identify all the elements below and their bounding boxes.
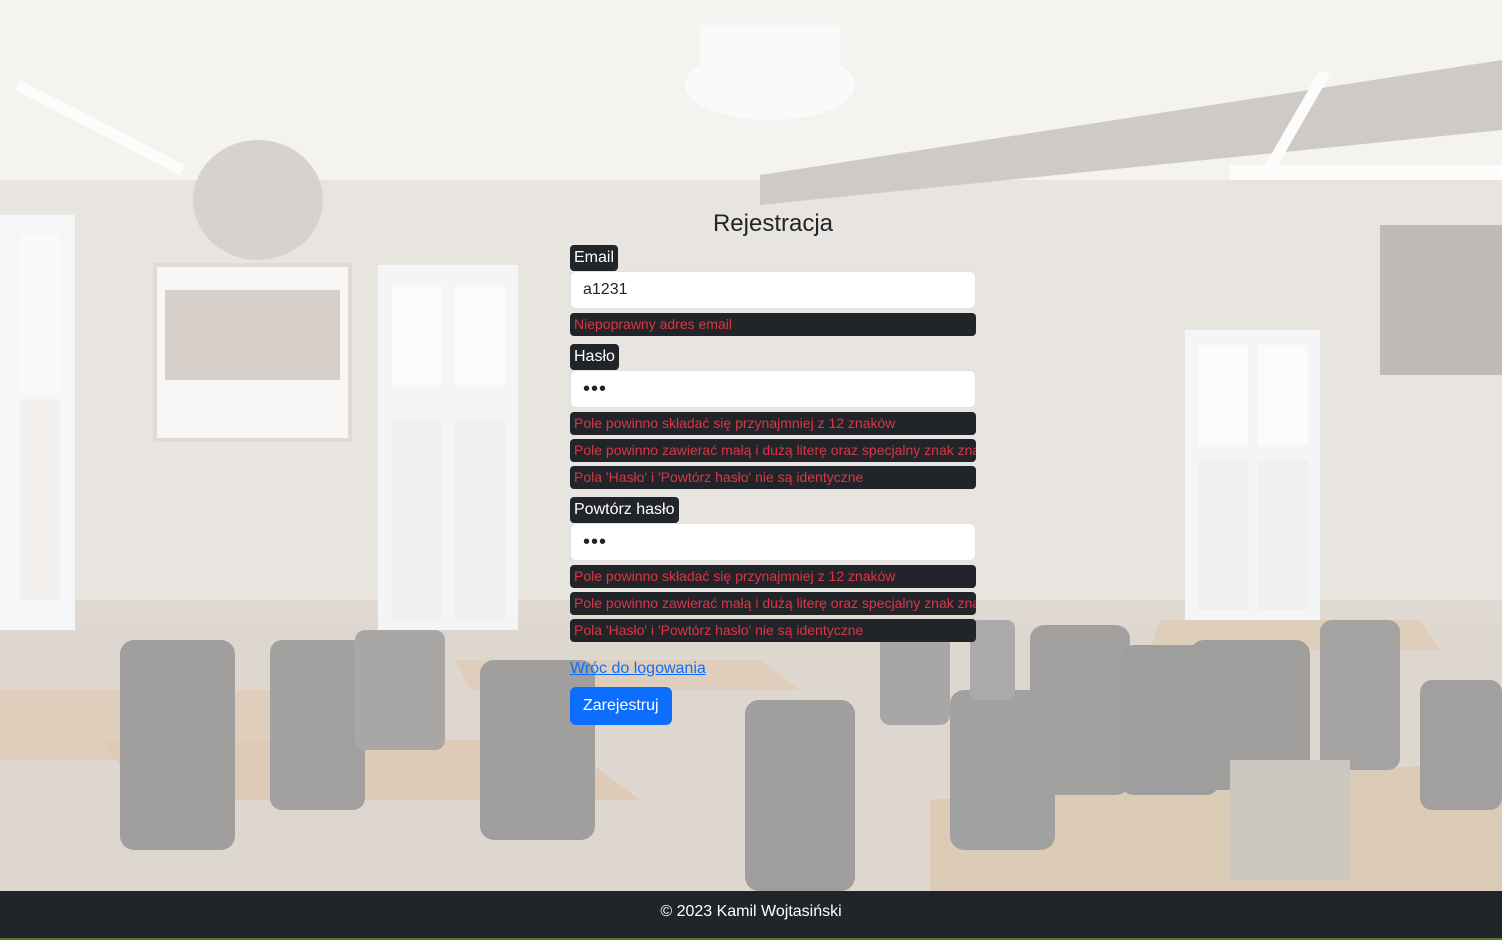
password-label: Hasło: [570, 344, 619, 370]
footer: © 2023 Kamil Wojtasiński: [0, 891, 1502, 940]
repeat-password-error-chars: Pole powinno zawierać małą i dużą literę…: [570, 592, 976, 615]
password-error-length: Pole powinno składać się przynajmniej z …: [570, 412, 976, 435]
password-field[interactable]: [570, 370, 976, 408]
page-title: Rejestracja: [712, 210, 834, 237]
footer-copyright: © 2023 Kamil Wojtasiński: [660, 903, 842, 920]
repeat-password-label: Powtórz hasło: [570, 497, 679, 523]
back-to-login-link[interactable]: Wróc do logowania: [570, 660, 706, 678]
email-label: Email: [570, 245, 619, 271]
email-field[interactable]: [570, 271, 976, 309]
repeat-password-field[interactable]: [570, 523, 976, 561]
repeat-password-error-mismatch: Pola 'Hasło' i 'Powtórz hasło' nie są id…: [570, 619, 976, 642]
register-button[interactable]: Zarejestruj: [570, 687, 672, 725]
registration-form: Rejestracja Email Niepoprawny adres emai…: [570, 205, 976, 725]
email-group: Email Niepoprawny adres email: [570, 245, 976, 336]
email-error: Niepoprawny adres email: [570, 313, 976, 336]
password-error-chars: Pole powinno zawierać małą i dużą literę…: [570, 439, 976, 462]
repeat-password-error-length: Pole powinno składać się przynajmniej z …: [570, 565, 976, 588]
repeat-password-group: Powtórz hasło Pole powinno składać się p…: [570, 497, 976, 642]
password-error-mismatch: Pola 'Hasło' i 'Powtórz hasło' nie są id…: [570, 466, 976, 489]
password-group: Hasło Pole powinno składać się przynajmn…: [570, 344, 976, 489]
